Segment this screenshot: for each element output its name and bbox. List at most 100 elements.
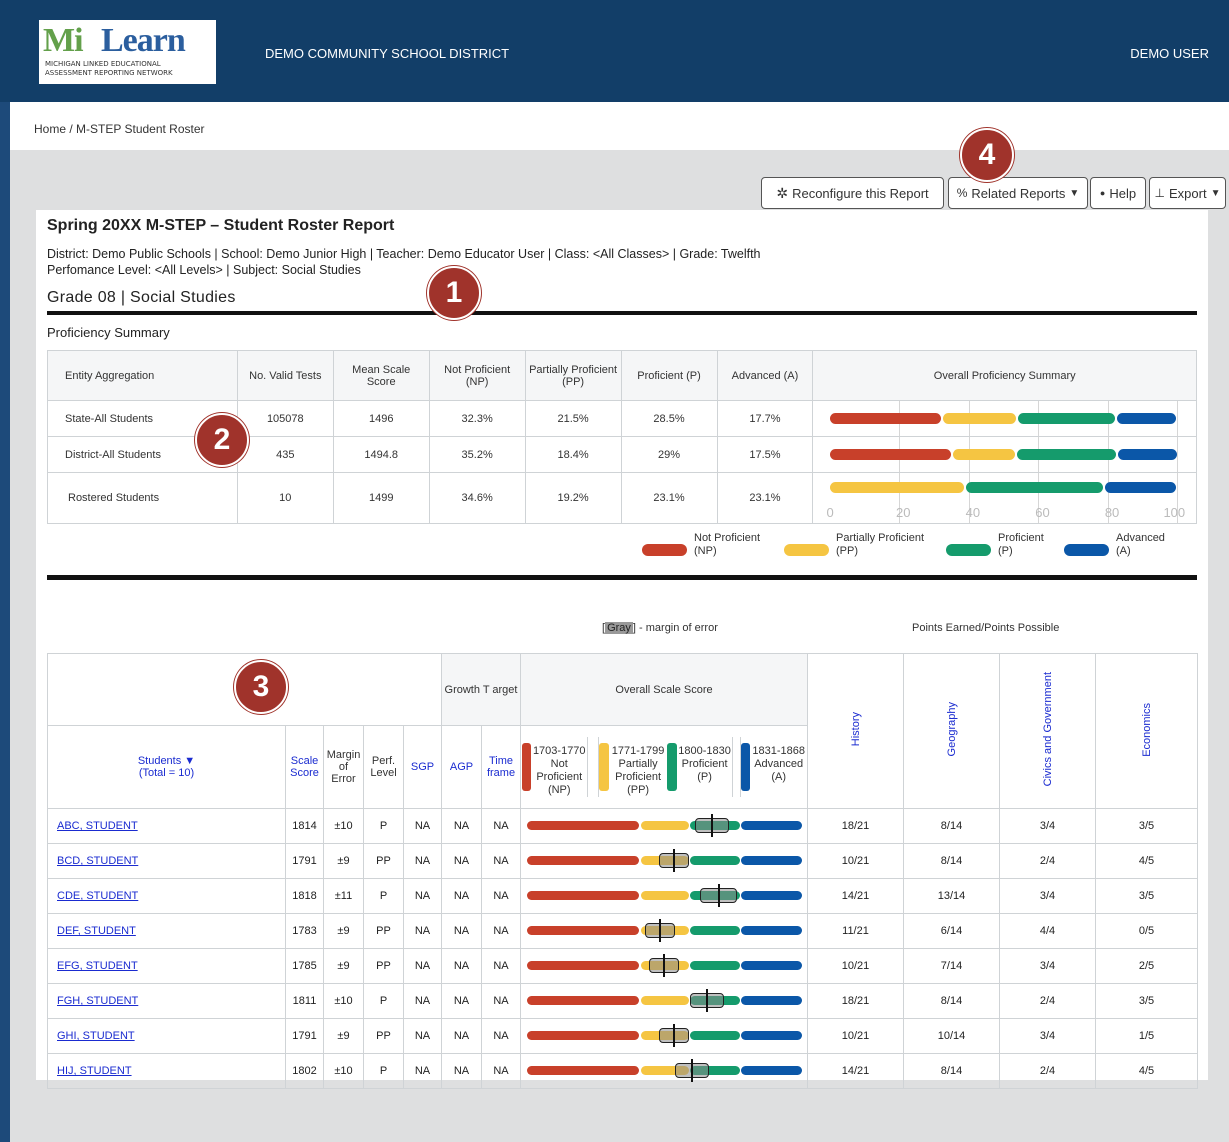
scale-band-segment bbox=[527, 926, 640, 935]
bar-segment-np[interactable] bbox=[830, 449, 951, 460]
student-name-link[interactable]: BCD, STUDENT bbox=[57, 855, 138, 867]
student-name-link[interactable]: FGH, STUDENT bbox=[57, 995, 138, 1007]
header-p: Proficient (P) bbox=[620, 350, 718, 401]
score-marker bbox=[691, 1059, 693, 1082]
band-pp: 1771-1799 Partially Proficient (PP) bbox=[611, 745, 665, 796]
bar-segment-pp[interactable] bbox=[952, 449, 1015, 460]
history-points: 18/21 bbox=[807, 983, 904, 1019]
geography-points: 7/14 bbox=[903, 948, 1000, 984]
summary-bar-cell bbox=[812, 436, 1197, 473]
band-swatch-pp bbox=[599, 743, 609, 791]
bar-segment-p[interactable] bbox=[966, 482, 1104, 493]
breadcrumb-home-link[interactable]: Home bbox=[34, 122, 66, 136]
sgp-value: NA bbox=[403, 1053, 442, 1089]
scale-band-segment bbox=[689, 856, 741, 865]
logo-learn: Learn bbox=[101, 22, 186, 59]
breadcrumb-bar: Home / M-STEP Student Roster bbox=[10, 102, 1229, 150]
reconfigure-report-button[interactable]: ✲ Reconfigure this Report bbox=[761, 177, 944, 209]
legend-label-a: Advanced (A) bbox=[1116, 532, 1165, 557]
legend-label-pp: Partially Proficient (PP) bbox=[836, 532, 925, 557]
student-name-link[interactable]: HIJ, STUDENT bbox=[57, 1065, 132, 1077]
col-scale-score[interactable]: Scale Score bbox=[285, 725, 324, 809]
student-cell: BCD, STUDENT bbox=[47, 843, 286, 879]
sgp-value: NA bbox=[403, 948, 442, 984]
bar-segment-np[interactable] bbox=[830, 413, 941, 424]
student-name-link[interactable]: EFG, STUDENT bbox=[57, 960, 138, 972]
entity-name: Rostered Students bbox=[47, 472, 238, 524]
economics-points: 0/5 bbox=[1095, 913, 1198, 949]
bar-segment-a[interactable] bbox=[1117, 449, 1177, 460]
civics-points: 2/4 bbox=[999, 1053, 1096, 1089]
summary-row-rostered: Rostered Students 10 1499 34.6% 19.2% 23… bbox=[47, 472, 1197, 524]
student-name-link[interactable]: DEF, STUDENT bbox=[57, 925, 136, 937]
scale-band-segment bbox=[527, 996, 640, 1005]
timeframe-value: NA bbox=[481, 808, 521, 844]
perf-level: P bbox=[363, 983, 404, 1019]
perf-level: PP bbox=[363, 948, 404, 984]
filters-line-2: Perfomance Level: <All Levels> | Subject… bbox=[47, 263, 361, 277]
scale-bar-track bbox=[521, 914, 807, 948]
col-economics[interactable]: Economics bbox=[1095, 653, 1198, 809]
student-name-link[interactable]: ABC, STUDENT bbox=[57, 820, 138, 832]
link-icon: % bbox=[956, 186, 968, 200]
axis-tick-label: 60 bbox=[1035, 505, 1050, 520]
header-np: Not Proficient (NP) bbox=[428, 350, 526, 401]
page-frame: Mi Learn MICHIGAN LINKED EDUCATIONAL ASS… bbox=[0, 0, 1229, 1142]
help-icon: ● bbox=[1099, 188, 1106, 198]
sgp-value: NA bbox=[403, 913, 442, 949]
timeframe-value: NA bbox=[481, 843, 521, 879]
bar-segment-a[interactable] bbox=[1105, 482, 1177, 493]
band-np: 1703-1770 Not Proficient (NP) bbox=[531, 737, 589, 797]
mean-scale: 1494.8 bbox=[332, 436, 430, 473]
timeframe-value: NA bbox=[481, 948, 521, 984]
scale-score-bar bbox=[520, 948, 808, 984]
user-menu[interactable]: DEMO USER bbox=[1130, 46, 1209, 61]
col-geography[interactable]: Geography bbox=[903, 653, 1000, 809]
callout-badge-3: 3 bbox=[234, 660, 288, 714]
perf-level: PP bbox=[363, 843, 404, 879]
legend-label-p: Proficient (P) bbox=[998, 532, 1044, 557]
geography-points: 8/14 bbox=[903, 1053, 1000, 1089]
help-button[interactable]: ● Help bbox=[1090, 177, 1146, 209]
np-pct: 34.6% bbox=[428, 472, 526, 524]
summary-header-row: Entity Aggregation No. Valid Tests Mean … bbox=[47, 350, 1197, 401]
scale-band-segment bbox=[641, 821, 689, 830]
bar-segment-a[interactable] bbox=[1116, 413, 1177, 424]
geography-points: 8/14 bbox=[903, 983, 1000, 1019]
bar-segment-pp[interactable] bbox=[830, 482, 965, 493]
band-swatch-a bbox=[740, 743, 751, 791]
col-agp[interactable]: AGP bbox=[441, 725, 482, 809]
civics-points: 3/4 bbox=[999, 948, 1096, 984]
col-sgp[interactable]: SGP bbox=[403, 725, 442, 809]
band-swatch-np bbox=[522, 743, 532, 791]
scale-score-bar bbox=[520, 843, 808, 879]
col-timeframe[interactable]: Time frame bbox=[481, 725, 521, 809]
related-reports-button[interactable]: % Related Reports ▼ bbox=[948, 177, 1088, 209]
scale-bar-track bbox=[521, 1054, 807, 1088]
sgp-value: NA bbox=[403, 983, 442, 1019]
gridline bbox=[1177, 437, 1179, 472]
bar-segment-pp[interactable] bbox=[942, 413, 1016, 424]
geography-points: 8/14 bbox=[903, 843, 1000, 879]
legend-swatch-np bbox=[642, 544, 687, 556]
export-button[interactable]: ⊥ Export ▼ bbox=[1149, 177, 1226, 209]
student-name-link[interactable]: CDE, STUDENT bbox=[57, 890, 138, 902]
student-name-link[interactable]: GHI, STUDENT bbox=[57, 1030, 135, 1042]
milearn-logo[interactable]: Mi Learn MICHIGAN LINKED EDUCATIONAL ASS… bbox=[39, 20, 216, 84]
col-civics[interactable]: Civics and Government bbox=[999, 653, 1096, 809]
history-points: 10/21 bbox=[807, 843, 904, 879]
students-column-header[interactable]: Students ▼ (Total = 10) bbox=[47, 725, 286, 809]
bar-segment-p[interactable] bbox=[1017, 413, 1115, 424]
timeframe-value: NA bbox=[481, 1053, 521, 1089]
scale-score: 1811 bbox=[285, 983, 324, 1019]
scale-score: 1791 bbox=[285, 843, 324, 879]
margin-of-error: ±10 bbox=[323, 808, 364, 844]
col-history[interactable]: History bbox=[807, 653, 904, 809]
scale-score: 1802 bbox=[285, 1053, 324, 1089]
student-cell: DEF, STUDENT bbox=[47, 913, 286, 949]
logo-mi: Mi bbox=[43, 22, 84, 59]
bar-segment-p[interactable] bbox=[1016, 449, 1116, 460]
economics-points: 4/5 bbox=[1095, 843, 1198, 879]
agp-value: NA bbox=[441, 843, 482, 879]
axis-tick-label: 20 bbox=[896, 505, 911, 520]
